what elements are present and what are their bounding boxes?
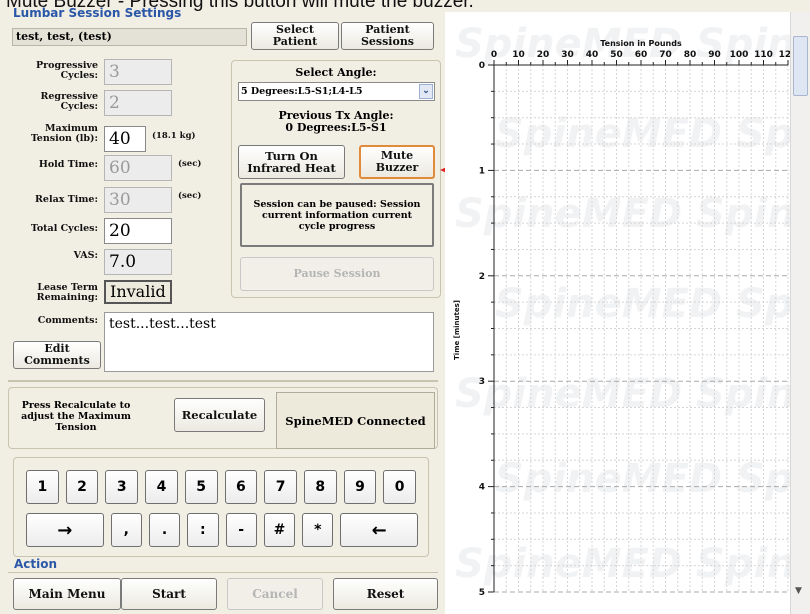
mute-buzzer-button[interactable]: Mute Buzzer	[359, 145, 435, 179]
vas-label: VAS:	[73, 250, 98, 261]
y-axis-title: Time [minutes]	[453, 300, 461, 360]
x-tick-label: 40	[586, 50, 599, 60]
key-0[interactable]: 0	[383, 470, 417, 504]
key-3[interactable]: 3	[105, 470, 139, 504]
x-tick-label: 50	[610, 50, 623, 60]
y-tick-label: 1	[479, 166, 485, 176]
watermark-text: SpineMED SpineMED	[495, 456, 790, 502]
x-tick-label: 30	[561, 50, 574, 60]
chart-area: SpineMED SpineMED SpineMED SpineMED SpineM…	[445, 12, 790, 614]
recalculate-button[interactable]: Recalculate	[174, 398, 265, 432]
backspace-key[interactable]: ←	[340, 513, 418, 547]
patient-sessions-button[interactable]: Patient Sessions	[341, 22, 434, 50]
reset-button[interactable]: Reset	[333, 578, 438, 610]
watermark-text: SpineMED SpineMED	[455, 541, 790, 587]
watermark-text: SpineMED SpineMED	[495, 281, 790, 327]
x-tick-label: 90	[708, 50, 721, 60]
divider	[8, 572, 438, 573]
x-tick-label: 60	[635, 50, 648, 60]
x-tick-label: 80	[684, 50, 697, 60]
connection-status: SpineMED Connected	[276, 392, 435, 449]
progressive-cycles-label: Progressive Cycles:	[35, 60, 98, 81]
hold-time-field[interactable]: 60	[104, 155, 172, 181]
key-1[interactable]: 1	[26, 470, 59, 504]
progressive-cycles-field[interactable]: 3	[104, 59, 172, 85]
session-info-text: Session can be paused: Session current i…	[240, 183, 434, 247]
select-patient-button[interactable]: Select Patient	[251, 22, 339, 50]
x-tick-label: 70	[659, 50, 672, 60]
regressive-cycles-field[interactable]: 2	[104, 90, 172, 116]
comments-label: Comments:	[37, 315, 98, 326]
key-6[interactable]: 6	[224, 470, 258, 504]
y-tick-label: 3	[479, 377, 485, 387]
comments-field[interactable]: test...test...test	[104, 312, 434, 372]
recalc-hint: Press Recalculate to adjust the Maximum …	[21, 400, 131, 433]
patient-name-field: test, test, (test)	[12, 28, 247, 46]
keypad-row-2: → , . : - # * ←	[26, 513, 418, 547]
x-tick-label: 100	[730, 50, 749, 60]
hold-time-label: Hold Time:	[38, 159, 98, 170]
key-hash[interactable]: #	[263, 513, 296, 547]
key-comma[interactable]: ,	[110, 513, 142, 547]
key-8[interactable]: 8	[303, 470, 337, 504]
x-tick-label: 0	[491, 50, 497, 60]
infrared-heat-button[interactable]: Turn On Infrared Heat	[238, 145, 345, 179]
scrollbar-thumb[interactable]	[793, 36, 808, 96]
action-section-title: Action	[14, 557, 58, 571]
angle-select[interactable]: 5 Degrees:L5-S1;L4-L5 ⌄	[238, 82, 435, 101]
y-tick-label: 5	[479, 588, 485, 598]
watermark-text: SpineMED SpineMED	[455, 191, 790, 237]
lease-term-label: Lease Term Remaining:	[36, 282, 98, 303]
x-tick-label: 110	[754, 50, 773, 60]
key-7[interactable]: 7	[264, 470, 297, 504]
key-asterisk[interactable]: *	[302, 513, 334, 547]
main-menu-button[interactable]: Main Menu	[13, 578, 121, 610]
arrow-right-key[interactable]: →	[26, 513, 104, 547]
total-cycles-label: Total Cycles:	[30, 223, 98, 234]
watermark-text: SpineMED SpineMED	[455, 371, 790, 417]
hold-time-unit: (sec)	[178, 159, 202, 169]
key-colon[interactable]: :	[187, 513, 219, 547]
x-tick-label: 120	[779, 50, 790, 60]
key-period[interactable]: .	[148, 513, 181, 547]
previous-angle-value: 0 Degrees:L5-S1	[285, 121, 387, 134]
regressive-cycles-label: Regressive Cycles:	[40, 91, 98, 112]
scroll-down-icon[interactable]: ▼	[795, 586, 802, 596]
edit-comments-button[interactable]: Edit Comments	[13, 341, 101, 369]
max-tension-field[interactable]: 40	[104, 126, 146, 152]
y-tick-label: 4	[479, 483, 485, 493]
y-tick-label: 0	[479, 61, 485, 71]
y-tick-label: 2	[479, 272, 485, 282]
lumbar-section-title: Lumbar Session Settings	[13, 6, 182, 20]
select-angle-label: Select Angle:	[295, 66, 377, 79]
key-2[interactable]: 2	[65, 470, 99, 504]
start-button[interactable]: Start	[121, 578, 217, 610]
x-tick-label: 20	[537, 50, 550, 60]
x-axis-title: Tension in Pounds	[600, 39, 682, 48]
key-5[interactable]: 5	[184, 470, 218, 504]
max-tension-label: Maximum Tension (lb):	[30, 123, 98, 144]
relax-time-label: Relax Time:	[35, 194, 98, 205]
key-4[interactable]: 4	[145, 470, 178, 504]
angle-select-value: 5 Degrees:L5-S1;L4-L5	[241, 86, 363, 97]
key-9[interactable]: 9	[343, 470, 377, 504]
key-dash[interactable]: -	[225, 513, 257, 547]
chart-scrollbar[interactable]: ▼	[790, 12, 810, 614]
cancel-button[interactable]: Cancel	[227, 578, 323, 610]
max-tension-kg: (18.1 kg)	[152, 131, 196, 141]
tension-time-chart: SpineMED SpineMED SpineMED SpineMED SpineM…	[453, 21, 790, 598]
chevron-down-icon[interactable]: ⌄	[419, 84, 433, 99]
total-cycles-field[interactable]: 20	[104, 218, 172, 244]
keypad-row-1: 1 2 3 4 5 6 7 8 9 0	[26, 470, 417, 504]
divider	[8, 380, 438, 382]
x-tick-label: 10	[512, 50, 525, 60]
relax-time-unit: (sec)	[178, 191, 202, 201]
pause-session-button[interactable]: Pause Session	[240, 257, 434, 291]
lease-term-value: Invalid	[104, 280, 172, 304]
vas-field[interactable]: 7.0	[104, 249, 172, 275]
relax-time-field[interactable]: 30	[104, 187, 172, 213]
